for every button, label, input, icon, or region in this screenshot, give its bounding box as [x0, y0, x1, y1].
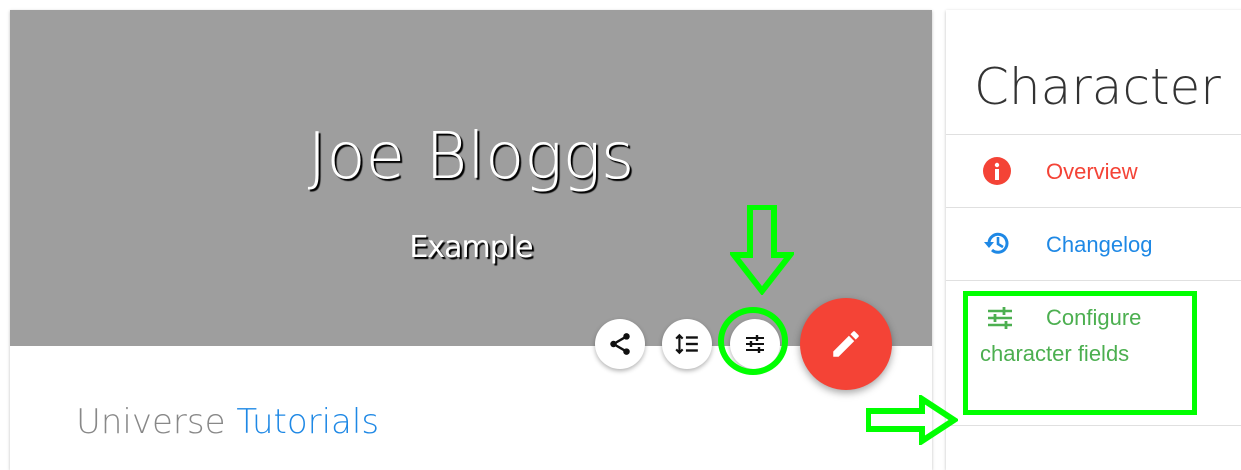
universe-line: Universe Tutorials [76, 402, 379, 442]
universe-link[interactable]: Tutorials [236, 402, 379, 442]
share-button[interactable] [595, 319, 645, 369]
universe-label: Universe [76, 402, 226, 442]
annotation-box [963, 291, 1197, 415]
pencil-icon [833, 331, 859, 357]
nav-item-changelog-label: Changelog [1046, 232, 1153, 257]
divider [946, 425, 1241, 426]
annotation-circle [718, 307, 788, 375]
share-icon [610, 333, 630, 355]
annotation-arrow-right [866, 395, 958, 445]
nav-card-title: Character [974, 58, 1221, 116]
sort-lines-icon [675, 333, 698, 355]
annotation-arrow-down [730, 205, 794, 295]
nav-item-changelog[interactable]: Changelog [946, 208, 1241, 280]
nav-item-overview[interactable]: Overview [946, 135, 1241, 207]
sort-button[interactable] [662, 319, 712, 369]
divider [946, 280, 1241, 281]
hero-banner: Joe Bloggs Example [10, 10, 932, 346]
history-icon [984, 232, 1009, 254]
character-name: Joe Bloggs [307, 120, 635, 194]
edit-button[interactable] [800, 298, 892, 390]
nav-item-overview-label: Overview [1046, 159, 1138, 184]
info-circle-icon [983, 157, 1011, 185]
